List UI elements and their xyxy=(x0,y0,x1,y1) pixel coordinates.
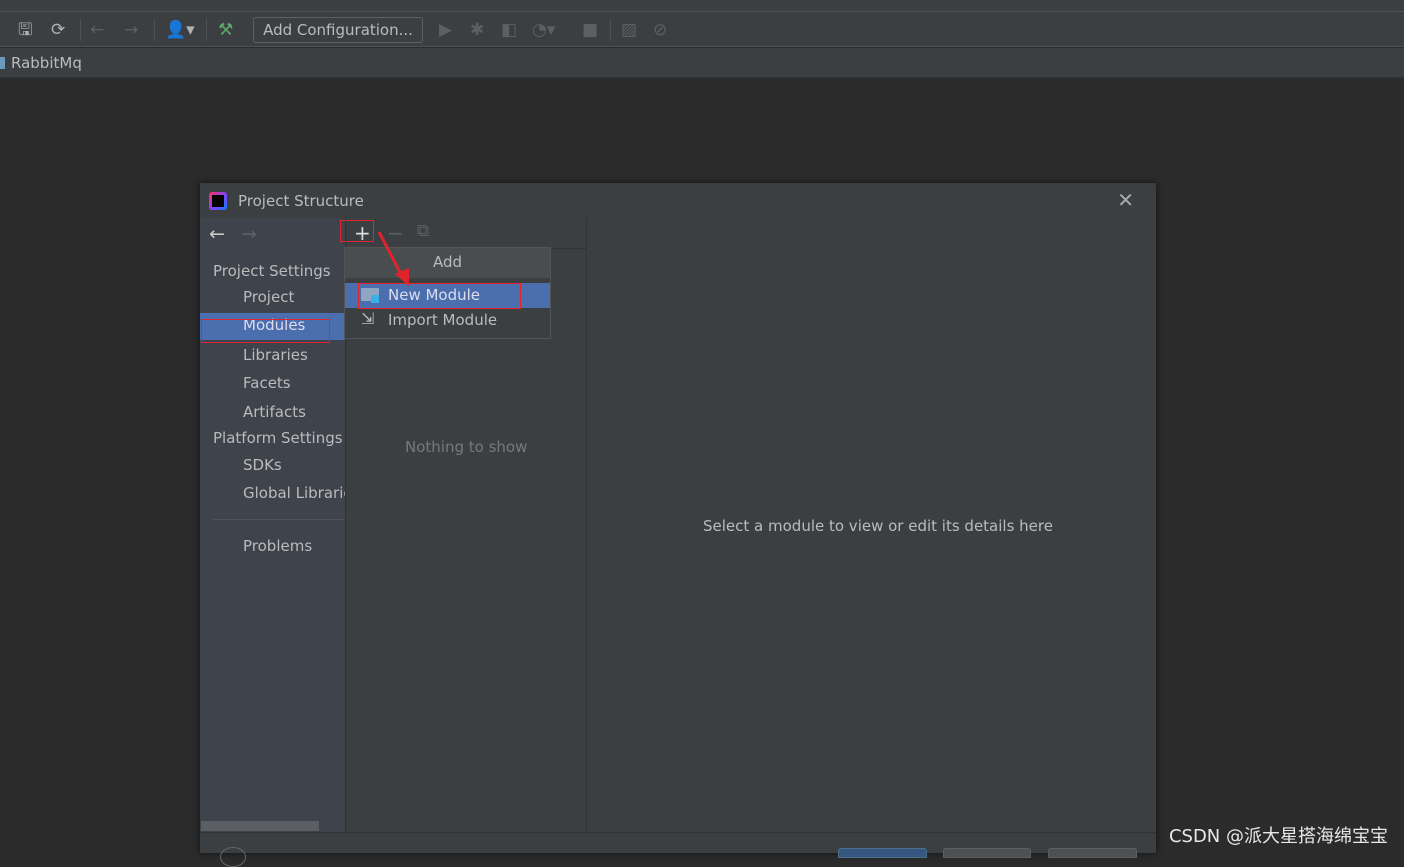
profiler-icon[interactable]: ▨ xyxy=(621,20,637,40)
sync-icon[interactable]: ⟳ xyxy=(51,20,65,40)
navigation-bar: RabbitMq xyxy=(0,48,1404,78)
menu-bar xyxy=(0,0,1404,12)
forward-icon[interactable]: → xyxy=(241,223,257,245)
sidebar-item-libraries[interactable]: Libraries xyxy=(243,346,308,364)
divider xyxy=(206,19,207,41)
intellij-logo-icon xyxy=(209,192,227,210)
run-icon[interactable]: ▶ xyxy=(439,20,452,40)
module-details-panel: Select a module to view or edit its deta… xyxy=(587,218,1156,832)
copy-icon[interactable]: ⧉ xyxy=(417,221,429,241)
close-icon[interactable]: ✕ xyxy=(1117,188,1134,212)
menu-item-import-module[interactable]: ⇲ Import Module xyxy=(345,308,550,333)
divider xyxy=(610,19,611,41)
apply-button[interactable] xyxy=(1048,848,1137,858)
ok-button[interactable] xyxy=(838,848,927,858)
debug-icon[interactable]: ✱ xyxy=(470,20,484,40)
sidebar-item-sdks[interactable]: SDKs xyxy=(243,456,282,474)
dialog-title-bar: Project Structure ✕ xyxy=(200,183,1156,218)
watermark: CSDN @派大星搭海绵宝宝 xyxy=(1168,826,1388,847)
empty-state-text: Nothing to show xyxy=(405,438,528,456)
back-icon[interactable]: ← xyxy=(90,20,104,40)
help-icon[interactable] xyxy=(220,847,246,867)
import-icon: ⇲ xyxy=(361,309,375,328)
add-configuration-button[interactable]: Add Configuration... xyxy=(253,17,423,43)
menu-item-label: Import Module xyxy=(388,311,498,329)
divider xyxy=(213,519,345,520)
sidebar-item-artifacts[interactable]: Artifacts xyxy=(243,403,306,421)
horizontal-scrollbar[interactable] xyxy=(201,821,319,831)
main-toolbar: 🖫 ⟳ ← → 👤▾ ⚒ Add Configuration... ▶ ✱ ◧ … xyxy=(0,12,1404,47)
build-hammer-icon[interactable]: ⚒ xyxy=(218,20,233,40)
project-structure-dialog: Project Structure ✕ ← → Project Settings… xyxy=(200,183,1156,867)
annotation-highlight-modules xyxy=(201,319,330,343)
profile-icon[interactable]: ◔▾ xyxy=(532,20,555,40)
user-dropdown-icon[interactable]: 👤▾ xyxy=(165,20,195,40)
sidebar-item-problems[interactable]: Problems xyxy=(243,537,312,555)
sidebar-item-project[interactable]: Project xyxy=(243,288,294,306)
details-placeholder: Select a module to view or edit its deta… xyxy=(703,517,1053,535)
divider xyxy=(80,19,81,41)
sidebar-item-global-libraries[interactable]: Global Libraries xyxy=(243,484,345,502)
divider xyxy=(154,19,155,41)
cancel-button[interactable] xyxy=(943,848,1031,858)
annotation-highlight-add xyxy=(340,220,374,242)
save-icon[interactable]: 🖫 xyxy=(18,20,32,40)
dialog-title: Project Structure xyxy=(238,192,364,210)
settings-sidebar: ← → Project Settings Project Modules Lib… xyxy=(200,218,345,832)
coverage-icon[interactable]: ◧ xyxy=(501,20,517,40)
section-header: Platform Settings xyxy=(213,429,343,447)
module-icon xyxy=(0,57,5,69)
cancel-icon[interactable]: ⊘ xyxy=(653,20,667,40)
project-breadcrumb[interactable]: RabbitMq xyxy=(11,54,82,72)
stop-icon[interactable]: ■ xyxy=(582,20,598,40)
section-header: Project Settings xyxy=(213,262,331,280)
sidebar-item-facets[interactable]: Facets xyxy=(243,374,291,392)
annotation-arrow xyxy=(377,231,409,286)
dialog-footer xyxy=(200,832,1156,867)
back-icon[interactable]: ← xyxy=(209,223,225,245)
forward-icon[interactable]: → xyxy=(124,20,138,40)
